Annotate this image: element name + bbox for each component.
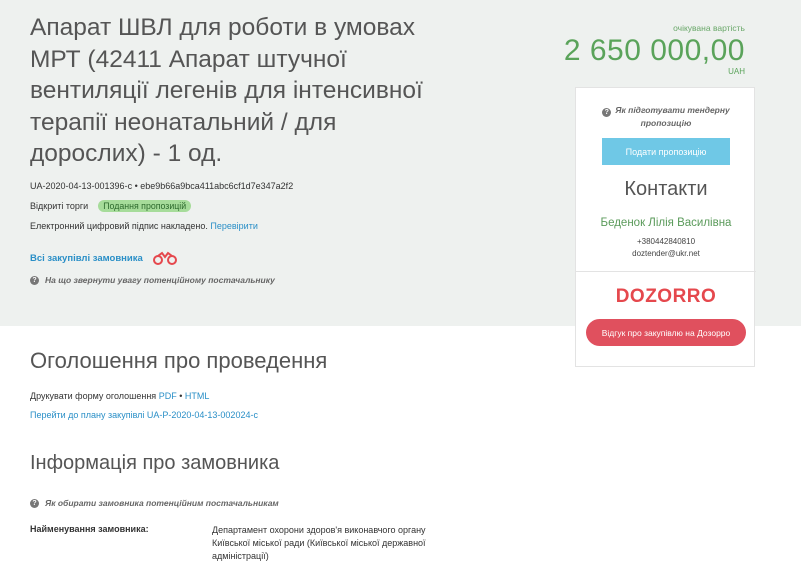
question-icon: ? <box>30 498 39 508</box>
supplier-hint[interactable]: ? На що звернути увагу потенційному пост… <box>30 275 275 285</box>
customer-hint[interactable]: ? Як обирати замовника потенційним поста… <box>30 498 279 508</box>
tender-prep-hint[interactable]: ? Як підготувати тендерну пропозицію <box>586 104 746 130</box>
print-separator: • <box>179 391 183 401</box>
dozorro-review-button[interactable]: Відгук про закупівлю на Дозорро <box>586 319 746 346</box>
announcement-heading: Оголошення про проведення <box>30 348 328 373</box>
signature-row: Електронний цифровий підпис накладено. П… <box>30 221 258 231</box>
tender-prep-hint-text[interactable]: Як підготувати тендерну пропозицію <box>615 105 729 128</box>
all-procurements-row[interactable]: Всі закупівлі замовника <box>30 251 179 265</box>
submit-offer-button[interactable]: Подати пропозицію <box>602 138 730 165</box>
procedure-type: Відкриті торги <box>30 201 89 211</box>
tender-status-row: Відкриті торги Подання пропозицій <box>30 200 192 212</box>
signature-text: Електронний цифровий підпис накладено. <box>30 221 208 231</box>
customer-name-value: Департамент охорони здоров'я виконавчого… <box>212 525 426 561</box>
dozorro-logo: DOZORRO <box>615 286 717 307</box>
print-form-row: Друкувати форму оголошення PDF • HTML <box>30 391 209 401</box>
tender-title: Апарат ШВЛ для роботи в умовах МРТ (4241… <box>30 14 423 167</box>
procurement-plan-link[interactable]: Перейти до плану закупівлі UA-P-2020-04-… <box>30 410 258 420</box>
contact-name: Беденок Лілія Василівна <box>600 217 732 229</box>
expected-value-amount: 2 650 000,00 <box>563 34 745 67</box>
all-procurements-link[interactable]: Всі закупівлі замовника <box>30 253 143 264</box>
tender-id: UA-2020-04-13-001396-c • ebe9b66a9bca411… <box>30 181 294 191</box>
contact-email: doztender@ukr.net <box>632 249 700 258</box>
sidebar-card: ? Як підготувати тендерну пропозицію Пода… <box>575 87 756 367</box>
question-icon: ? <box>602 108 612 117</box>
print-pdf-link[interactable]: PDF <box>159 391 177 401</box>
contacts-title: Контакти <box>624 178 708 200</box>
sidebar-divider <box>576 271 756 272</box>
customer-name-label: Найменування замовника: <box>30 524 149 534</box>
print-form-label: Друкувати форму оголошення <box>30 391 157 401</box>
question-icon: ? <box>30 275 39 285</box>
print-html-link[interactable]: HTML <box>185 391 210 401</box>
customer-heading: Інформація про замовника <box>30 452 280 474</box>
customer-hint-text[interactable]: Як обирати замовника потенційним постача… <box>45 498 279 508</box>
expected-value-label: очікувана вартість <box>673 23 745 33</box>
supplier-hint-text[interactable]: На що звернути увагу потенційному постач… <box>45 275 275 285</box>
binoculars-icon[interactable] <box>151 251 179 265</box>
expected-value-currency: UAH <box>728 67 745 76</box>
status-badge: Подання пропозицій <box>98 200 192 212</box>
verify-signature-link[interactable]: Перевірити <box>210 221 257 231</box>
contact-phone: +380442840810 <box>636 237 696 246</box>
